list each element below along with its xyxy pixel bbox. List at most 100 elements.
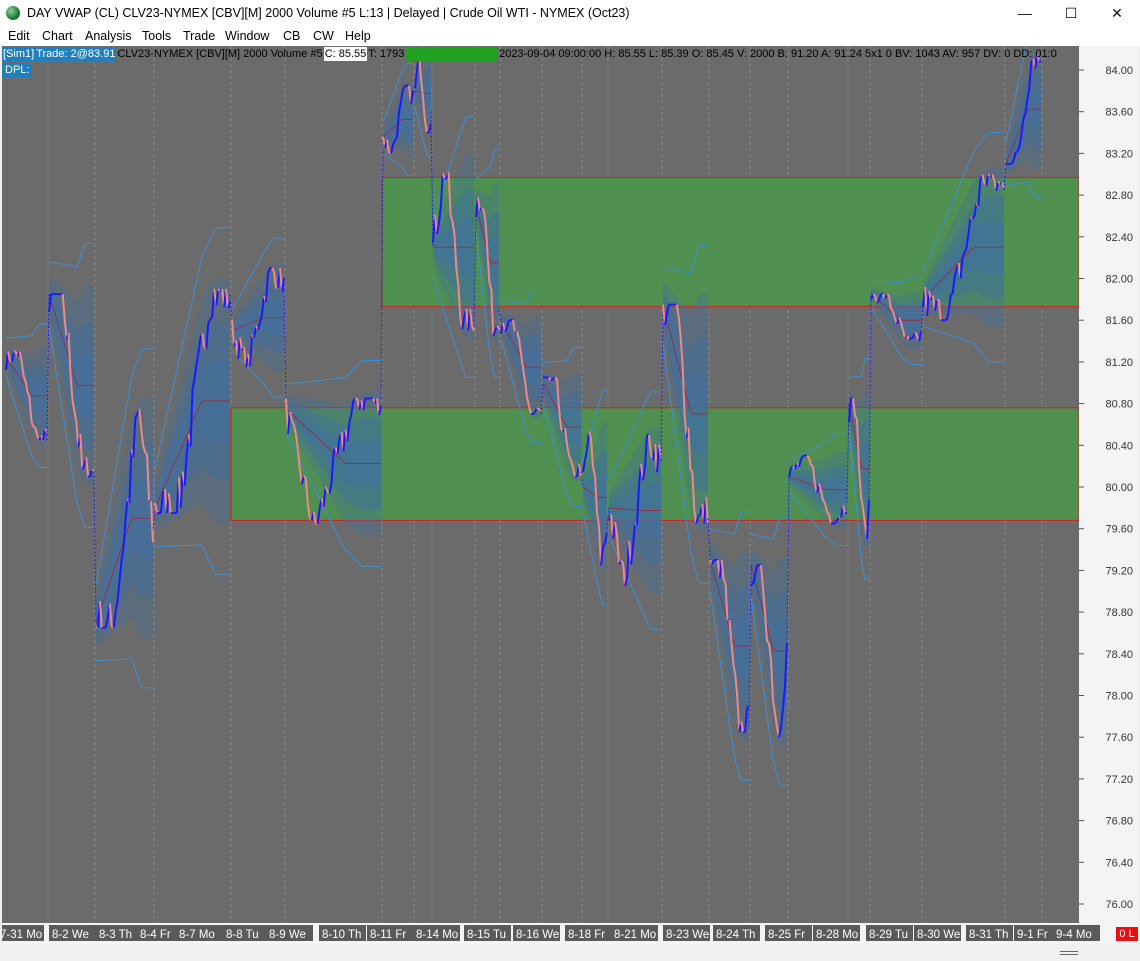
menu-chart[interactable]: Chart [42,29,73,43]
x-tick-label: 8-21 Mo [614,929,656,941]
x-tick-label: 9-4 Mo [1056,929,1092,941]
price-segment [746,705,750,709]
x-tick-label: 8-14 Mo [416,929,458,941]
vwap-upper-band [48,242,94,268]
x-tick-label: 8-10 Th [322,929,361,941]
price-segment [479,207,483,211]
y-tick-label: 79.20 [1105,565,1133,577]
maximize-button[interactable]: ☐ [1048,0,1094,27]
price-segment [844,511,848,515]
menu-cb[interactable]: CB [283,29,300,43]
price-segment [908,337,912,341]
menu-analysis[interactable]: Analysis [85,29,132,43]
y-tick-label: 78.40 [1105,649,1133,661]
menu-tools[interactable]: Tools [142,29,171,43]
close-price-badge: C: 85.55 [323,47,368,61]
price-segment [481,207,485,211]
price-segment [554,376,558,380]
minimize-button[interactable]: — [1002,0,1048,27]
close-button[interactable]: ✕ [1094,0,1140,27]
y-tick-label: 83.20 [1105,148,1133,160]
price-segment [910,336,914,340]
x-tick-label: 8-24 Th [716,929,755,941]
x-tick-label: 8-18 Fr [568,929,605,941]
y-tick-label: 76.00 [1105,899,1133,911]
price-segment [689,469,693,473]
vwap-upper-band [475,147,499,179]
session-gap-connector [152,507,156,529]
price-segment [890,308,894,312]
x-tick-label: 7-31 Mo [2,929,42,941]
y-tick-label: 76.80 [1105,816,1133,828]
y-tick-label: 82.00 [1105,274,1133,286]
price-segment [872,293,876,297]
price-segment [766,640,770,644]
price-segment [532,411,536,415]
price-segment [886,293,890,297]
menu-edit[interactable]: Edit [8,29,30,43]
app-globe-icon [6,6,20,20]
y-tick-label: 76.40 [1105,857,1133,869]
title-bar: DAY VWAP (CL) CLV23-NYMEX [CBV][M] 2000 … [0,0,1140,27]
y-tick-label: 77.60 [1105,732,1133,744]
price-segment [355,397,358,400]
trade-badge: Trade: 2@83.91 [35,47,117,61]
chart-area[interactable]: 84.00 83.60 83.20 82.80 82.40 82.00 81.60 81.20… [0,21,1138,944]
symbol-text: CLV23-NYMEX [CBV][M] 2000 Volume #5 [117,48,323,60]
x-tick-label: 8-29 Tu [869,929,908,941]
price-segment [1015,150,1019,154]
y-tick-label: 79.60 [1105,524,1133,536]
loss-badge: 0 L [1116,927,1138,941]
vwap-upper-band [5,323,47,339]
x-tick-label: 8-3 Th [99,929,132,941]
x-tick-label: 8-9 We [269,929,306,941]
status-line: [Sim1] Trade: 2@83.91 CLV23-NYMEX [CBV][M]… [2,47,1082,61]
vwap-upper-band [848,357,869,378]
x-tick-label: 8-31 Th [969,929,1008,941]
price-segment [209,316,213,320]
price-segment [538,408,542,412]
x-tick-label: 8-25 Fr [768,929,805,941]
time-left-badge: Time: 08:00:00 left [405,47,499,61]
y-tick-label: 78.80 [1105,607,1133,619]
menu-window[interactable]: Window [225,29,269,43]
y-tick-label: 80.00 [1105,482,1133,494]
window-title: DAY VWAP (CL) CLV23-NYMEX [CBV][M] 2000 … [27,6,630,20]
scroll-grip-icon[interactable] [1060,951,1078,955]
session-gap-connector [707,518,711,561]
x-tick-label: 8-8 Tu [226,929,259,941]
vwap-upper-band [542,347,581,364]
price-segment [810,464,814,468]
vwap-lower-band [95,658,153,689]
x-tick-label: 8-2 We [52,929,89,941]
x-tick-label: 8-30 We [917,929,960,941]
bottom-scroll-strip[interactable] [0,944,1140,961]
vwap-upper-band [285,360,381,385]
y-tick-label: 82.40 [1105,232,1133,244]
menu-help[interactable]: Help [345,29,371,43]
price-segment [622,562,626,587]
tick-count: T: 1793 [368,48,405,60]
x-tick-label: 8-23 We [666,929,709,941]
price-segment [697,513,701,518]
x-tick-label: 8-4 Fr [140,929,171,941]
y-tick-label: 78.00 [1105,691,1133,703]
vwap-lower-band [154,544,230,575]
x-tick-label: 8-16 We [516,929,559,941]
menu-bar: Edit Chart Analysis Tools Trade Window C… [0,27,1140,46]
sim-account-badge[interactable]: [Sim1] [2,47,36,61]
y-tick-label: 84.00 [1105,65,1133,77]
y-tick-label: 80.80 [1105,399,1133,411]
price-chart[interactable]: 84.00 83.60 83.20 82.80 82.40 82.00 81.60 81.20… [0,21,1138,944]
price-segment [444,177,448,180]
x-tick-label: 8-15 Tu [467,929,506,941]
price-segment [536,407,540,411]
y-tick-label: 83.60 [1105,107,1133,119]
y-tick-label: 82.80 [1105,190,1133,202]
y-tick-label: 81.60 [1105,315,1133,327]
price-segment [950,292,953,296]
menu-trade[interactable]: Trade [183,29,215,43]
x-tick-label: 8-28 Mo [816,929,858,941]
menu-cw[interactable]: CW [313,29,334,43]
price-segment [750,583,754,586]
